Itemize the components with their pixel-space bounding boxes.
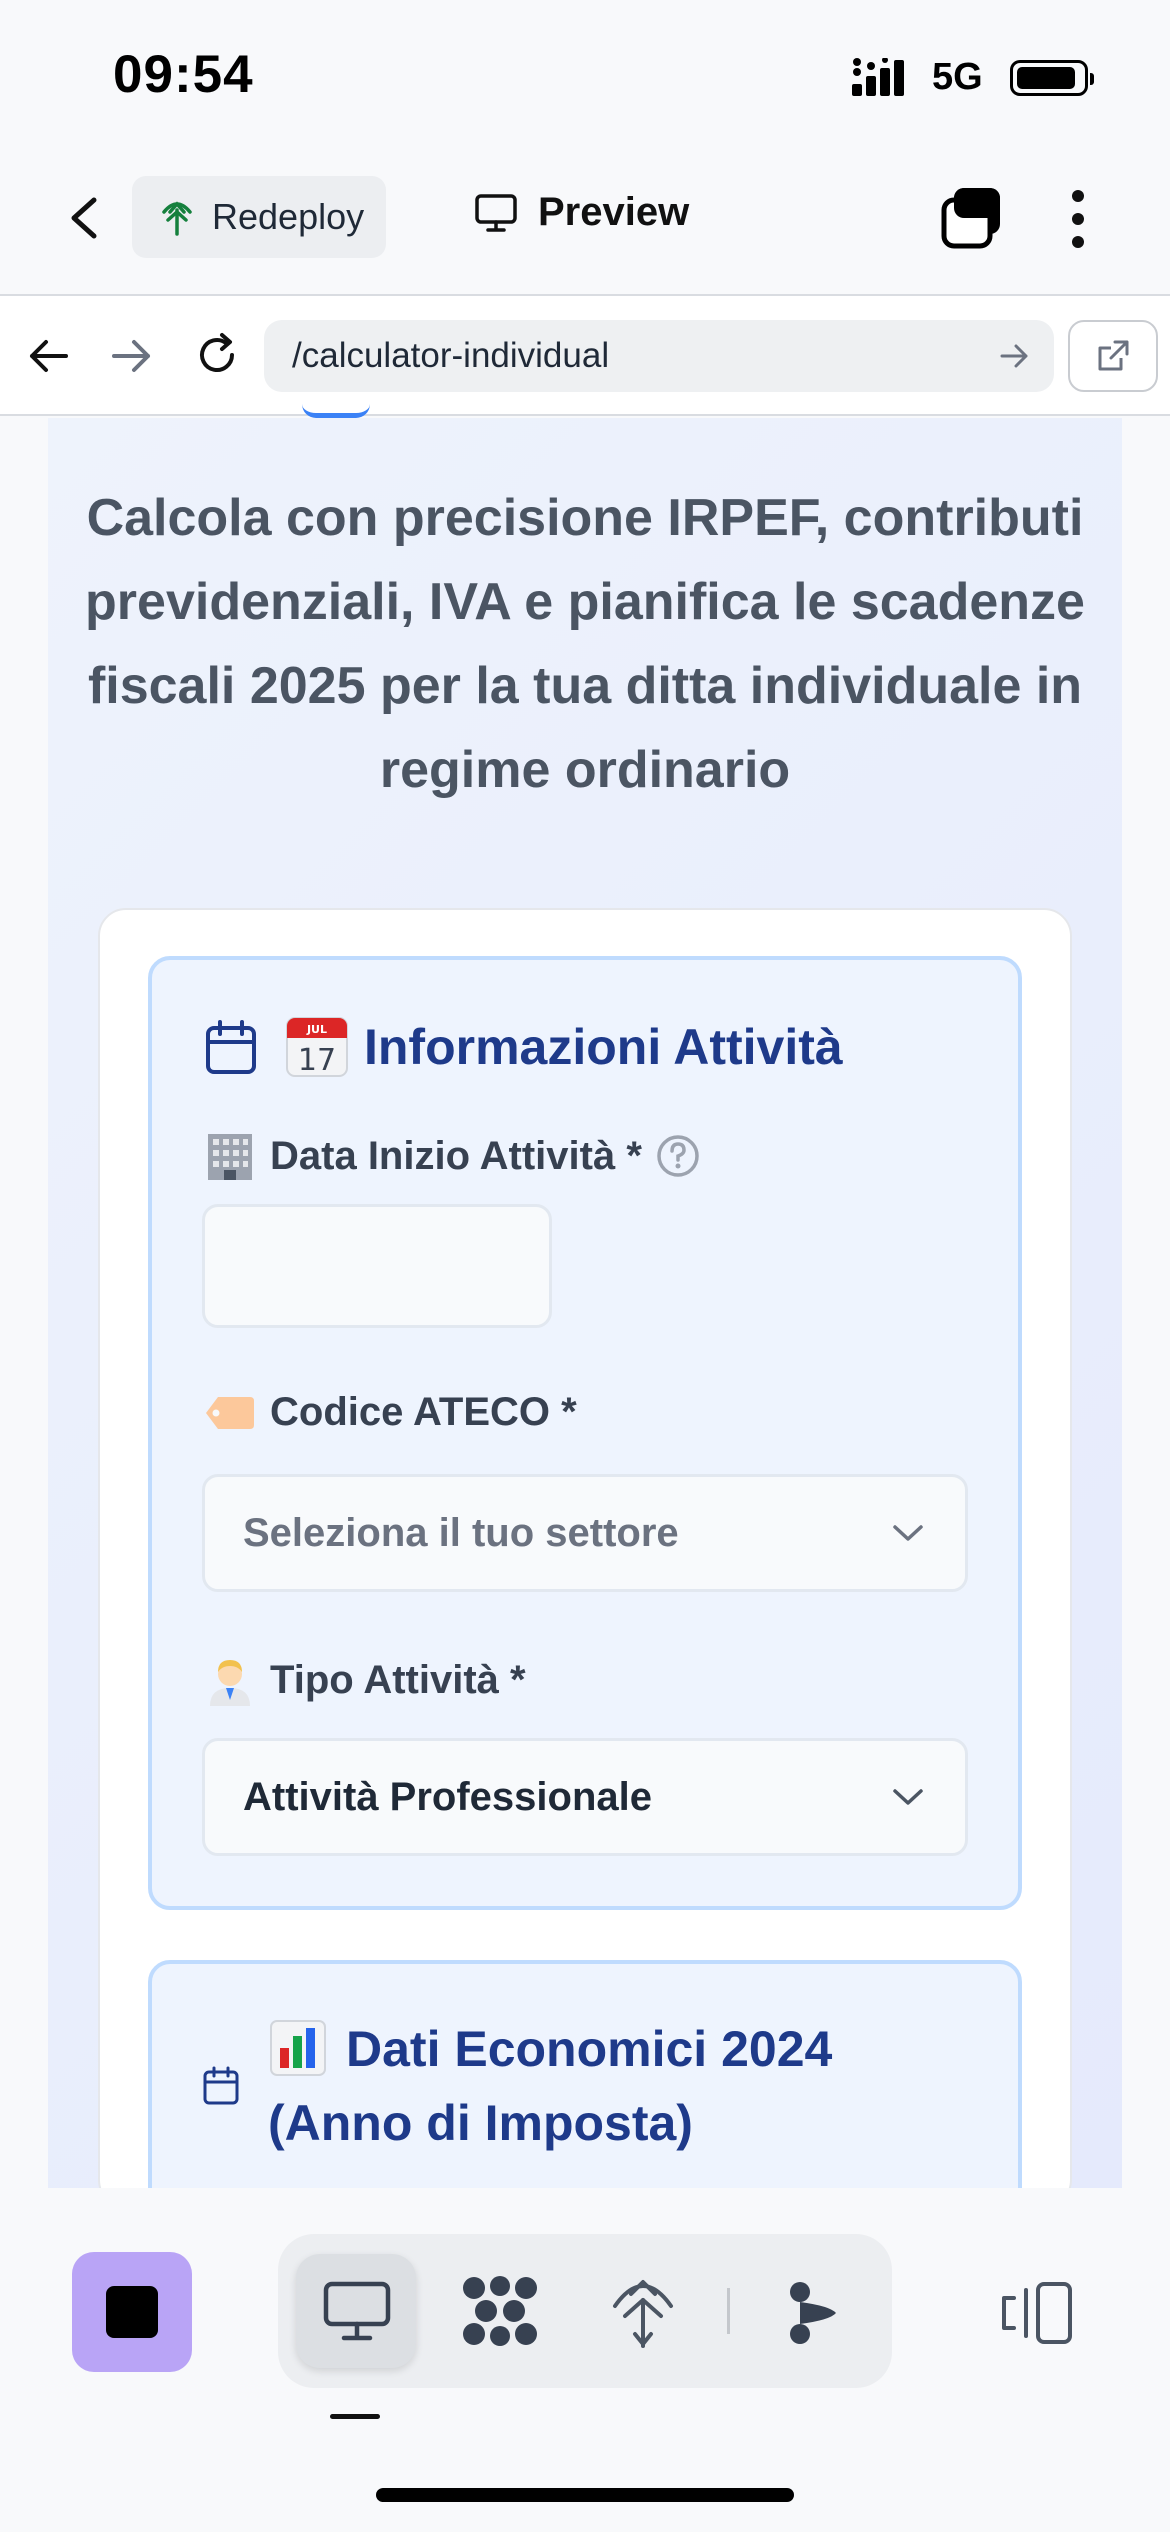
home-indicator — [376, 2488, 794, 2502]
url-input[interactable]: /calculator-individual — [264, 320, 1054, 392]
external-link-icon — [1098, 340, 1129, 371]
type-label: Tipo Attività * — [270, 1657, 526, 1702]
svg-text:17: 17 — [298, 1043, 336, 1078]
agent-share-icon[interactable] — [786, 2280, 842, 2346]
tabs-switcher-icon[interactable] — [940, 186, 1004, 250]
forward-arrow-icon[interactable] — [110, 334, 154, 378]
redeploy-label: Redeploy — [212, 196, 365, 237]
chevron-down-icon — [893, 1789, 923, 1805]
more-menu-icon[interactable] — [1062, 188, 1094, 250]
go-arrow-icon[interactable] — [998, 340, 1032, 372]
ateco-label: Codice ATECO * — [270, 1390, 577, 1434]
office-building-icon — [208, 1134, 252, 1180]
economic-section-title-line2: (Anno di Imposta) — [268, 2095, 693, 2151]
open-external-button[interactable] — [1068, 320, 1158, 392]
calendar-icon — [203, 2066, 239, 2105]
start-date-label: Data Inizio Attività * — [270, 1133, 642, 1178]
ateco-label-row: Codice ATECO * — [204, 1390, 577, 1435]
economic-section-title-line1: Dati Economici 2024 — [346, 2021, 833, 2077]
ateco-select[interactable]: Seleziona il tuo settore — [202, 1474, 968, 1592]
monitor-icon — [323, 2281, 391, 2341]
type-label-row: Tipo Attività * — [204, 1654, 526, 1706]
url-text: /calculator-individual — [292, 336, 610, 375]
back-chevron-icon[interactable] — [66, 196, 102, 240]
monitor-icon — [475, 193, 517, 232]
selected-tool-indicator — [330, 2414, 380, 2419]
battery-icon — [1010, 60, 1094, 96]
bar-chart-emoji-icon — [270, 2020, 326, 2076]
start-date-label-row: Data Inizio Attività * — [204, 1130, 700, 1182]
svg-text:JUL: JUL — [306, 1023, 327, 1036]
workspace-grid-icon[interactable] — [460, 2274, 540, 2348]
scrolled-logo-fragment — [302, 404, 370, 418]
calendar-icon — [206, 1020, 256, 1074]
preview-label: Preview — [538, 190, 690, 234]
ateco-placeholder: Seleziona il tuo settore — [243, 1510, 679, 1555]
activity-section-title: Informazioni Attività — [364, 1019, 843, 1075]
network-label: 5G — [932, 56, 983, 98]
signal-icon — [852, 58, 904, 96]
deploy-tree-icon — [162, 201, 192, 236]
reload-icon[interactable] — [192, 330, 242, 380]
status-time: 09:54 — [113, 45, 254, 104]
start-date-input[interactable] — [202, 1204, 552, 1328]
person-office-worker-icon — [210, 1660, 250, 1706]
date-calendar-emoji-icon: JUL 17 — [286, 1017, 348, 1078]
preview-tab[interactable]: Preview — [474, 190, 689, 235]
redeploy-button[interactable]: Redeploy — [132, 176, 386, 258]
label-tag-icon — [206, 1396, 254, 1429]
device-toggle-icon[interactable] — [1000, 2280, 1076, 2346]
help-icon[interactable] — [656, 1134, 700, 1178]
type-select[interactable]: Attività Professionale — [202, 1738, 968, 1856]
back-arrow-icon[interactable] — [26, 334, 70, 378]
toolbar-divider — [727, 2288, 730, 2334]
stop-button[interactable] — [72, 2252, 192, 2372]
intro-text: Calcola con precisione IRPEF, contributi… — [85, 489, 1085, 799]
deploy-tree-icon[interactable] — [610, 2272, 676, 2350]
chevron-down-icon — [893, 1525, 923, 1541]
type-value: Attività Professionale — [243, 1774, 653, 1819]
